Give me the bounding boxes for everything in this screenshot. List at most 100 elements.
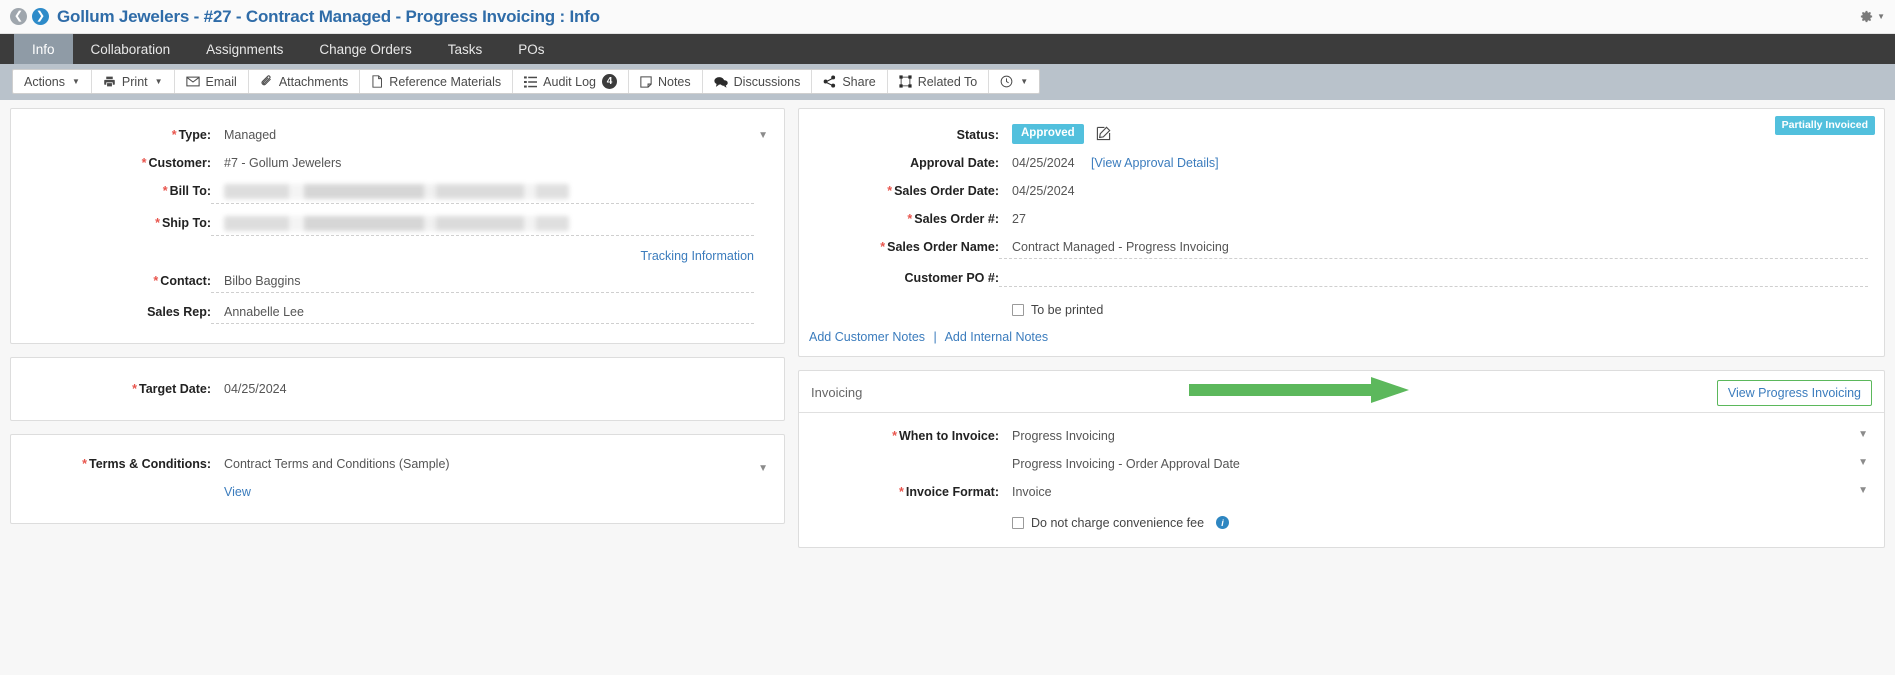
add-customer-notes-link[interactable]: Add Customer Notes — [809, 330, 925, 344]
invoicing-panel-header: Invoicing View Progress Invoicing — [799, 371, 1884, 413]
field-bill-to: * Bill To: — [11, 177, 770, 209]
field-sales-order-date: * Sales Order Date: 04/25/2024 — [799, 177, 1884, 205]
related-to-button[interactable]: Related To — [888, 70, 990, 93]
left-column: ▼ * Type: Managed * Customer: #7 - Gollum … — [10, 108, 785, 675]
chevron-down-icon[interactable]: ▼ — [1858, 429, 1870, 440]
bill-to-value[interactable] — [211, 182, 754, 204]
when-to-invoice-value: Progress Invoicing — [1012, 428, 1115, 443]
list-icon — [524, 75, 538, 88]
partially-invoiced-badge: Partially Invoiced — [1774, 116, 1875, 135]
share-label: Share — [842, 74, 876, 89]
tab-change-orders[interactable]: Change Orders — [301, 34, 429, 64]
sales-order-name-value[interactable]: Contract Managed - Progress Invoicing — [999, 238, 1868, 259]
attachments-label: Attachments — [278, 74, 349, 89]
content-area: ▼ * Type: Managed * Customer: #7 - Gollum … — [0, 100, 1895, 675]
email-button[interactable]: Email — [175, 70, 249, 93]
notes-separator: | — [933, 329, 937, 344]
tab-pos[interactable]: POs — [500, 34, 562, 64]
actions-label: Actions — [24, 74, 65, 89]
notes-links-row: Add Customer Notes | Add Internal Notes — [799, 324, 1884, 348]
status-value-wrap: Approved — [999, 124, 1884, 144]
info-icon[interactable]: i — [1216, 516, 1230, 530]
toolbar: Actions ▼ Print ▼ Email Attachments Refe… — [12, 69, 1041, 94]
attachments-button[interactable]: Attachments — [249, 70, 361, 93]
required-marker: * — [155, 216, 160, 230]
add-internal-notes-link[interactable]: Add Internal Notes — [945, 330, 1049, 344]
required-marker: * — [82, 457, 87, 471]
when-to-invoice-detail-wrap[interactable]: ▼ Progress Invoicing - Order Approval Da… — [999, 455, 1870, 473]
actions-button[interactable]: Actions ▼ — [13, 70, 92, 93]
terms-view-link[interactable]: View — [224, 485, 251, 499]
convenience-fee-checkbox-row[interactable]: Do not charge convenience fee i — [1012, 516, 1870, 530]
reference-materials-label: Reference Materials — [389, 74, 502, 89]
audit-log-button[interactable]: Audit Log 4 — [513, 70, 629, 93]
status-card: Partially Invoiced Status: Approved Appr… — [798, 108, 1885, 357]
view-progress-invoicing-button[interactable]: View Progress Invoicing — [1716, 379, 1872, 406]
customer-po-value[interactable] — [999, 269, 1868, 287]
required-marker: * — [907, 211, 913, 226]
tracking-information-link[interactable]: Tracking Information — [641, 249, 754, 263]
convenience-fee-checkbox[interactable] — [1012, 516, 1024, 529]
tracking-information-row: Tracking Information — [11, 241, 770, 267]
edit-status-icon[interactable] — [1096, 125, 1111, 141]
type-dropdown-caret-icon[interactable]: ▼ — [758, 130, 768, 141]
contact-value[interactable]: Bilbo Baggins — [211, 272, 754, 293]
print-button[interactable]: Print ▼ — [92, 70, 175, 93]
target-date-value[interactable]: 04/25/2024 — [211, 380, 770, 398]
tab-collaboration[interactable]: Collaboration — [73, 34, 189, 64]
type-value[interactable]: Managed — [211, 126, 770, 144]
ship-to-label: Ship To: — [161, 216, 211, 230]
customer-po-label: Customer PO #: — [904, 270, 999, 285]
arrow-left-circle-icon[interactable]: ❮ — [10, 8, 27, 25]
sales-order-name-label: Sales Order Name: — [887, 239, 999, 254]
to-be-printed-checkbox-row[interactable]: To be printed — [1012, 303, 1884, 317]
field-when-to-invoice: * When to Invoice: ▼ Progress Invoicing — [799, 422, 1870, 450]
notes-button[interactable]: Notes — [629, 70, 703, 93]
invoice-format-value-wrap[interactable]: ▼ Invoice — [999, 483, 1870, 501]
required-marker: * — [171, 128, 177, 142]
tab-tasks[interactable]: Tasks — [430, 34, 501, 64]
field-status: Status: Approved — [799, 119, 1884, 149]
chevron-down-icon[interactable]: ▼ — [1858, 485, 1870, 496]
tab-info[interactable]: Info — [14, 34, 73, 64]
field-customer: * Customer: #7 - Gollum Jewelers — [11, 149, 770, 177]
sales-order-date-value[interactable]: 04/25/2024 — [999, 182, 1884, 200]
tab-assignments[interactable]: Assignments — [188, 34, 301, 64]
approval-date-value-wrap: 04/25/2024 [View Approval Details] — [999, 154, 1884, 172]
to-be-printed-checkbox[interactable] — [1012, 303, 1024, 316]
note-icon — [640, 75, 652, 88]
field-convenience-fee: Do not charge convenience fee i — [799, 506, 1870, 537]
field-invoice-format: * Invoice Format: ▼ Invoice — [799, 478, 1870, 506]
status-label: Status: — [956, 127, 999, 142]
to-be-printed-label: To be printed — [1031, 302, 1104, 317]
contact-label: Contact: — [160, 274, 211, 288]
when-to-invoice-detail-value: Progress Invoicing - Order Approval Date — [1012, 456, 1240, 471]
chevron-down-icon[interactable]: ▼ — [1858, 457, 1870, 468]
link-nodes-icon — [899, 75, 912, 88]
when-to-invoice-value-wrap[interactable]: ▼ Progress Invoicing — [999, 427, 1870, 445]
customer-value[interactable]: #7 - Gollum Jewelers — [211, 154, 770, 172]
field-contact: * Contact: Bilbo Baggins — [11, 267, 770, 298]
discussions-button[interactable]: Discussions — [703, 70, 813, 93]
reference-materials-button[interactable]: Reference Materials — [360, 70, 514, 93]
terms-value[interactable]: Contract Terms and Conditions (Sample) — [211, 455, 770, 473]
sales-rep-value[interactable]: Annabelle Lee — [211, 303, 754, 324]
sales-order-number-value[interactable]: 27 — [999, 210, 1884, 228]
chevron-down-icon: ▼ — [1877, 12, 1885, 21]
view-approval-details-link[interactable]: [View Approval Details] — [1091, 156, 1219, 170]
required-marker: * — [899, 484, 904, 499]
status-badge: Approved — [1012, 124, 1084, 144]
field-ship-to: * Ship To: — [11, 209, 770, 241]
required-marker: * — [132, 382, 137, 396]
redacted-address — [224, 184, 569, 199]
gear-icon[interactable]: ▼ — [1859, 9, 1885, 24]
share-button[interactable]: Share — [812, 70, 888, 93]
when-to-invoice-label: When to Invoice: — [899, 428, 999, 443]
terms-conditions-card: ▼ * Terms & Conditions: Contract Terms an… — [10, 434, 785, 524]
arrow-right-circle-icon[interactable]: ❯ — [32, 8, 49, 25]
invoice-format-label: Invoice Format: — [905, 484, 999, 499]
terms-dropdown-caret-icon[interactable]: ▼ — [758, 463, 768, 474]
history-dropdown-button[interactable]: ▼ — [989, 70, 1039, 93]
envelope-icon — [185, 76, 200, 87]
ship-to-value[interactable] — [211, 214, 754, 236]
